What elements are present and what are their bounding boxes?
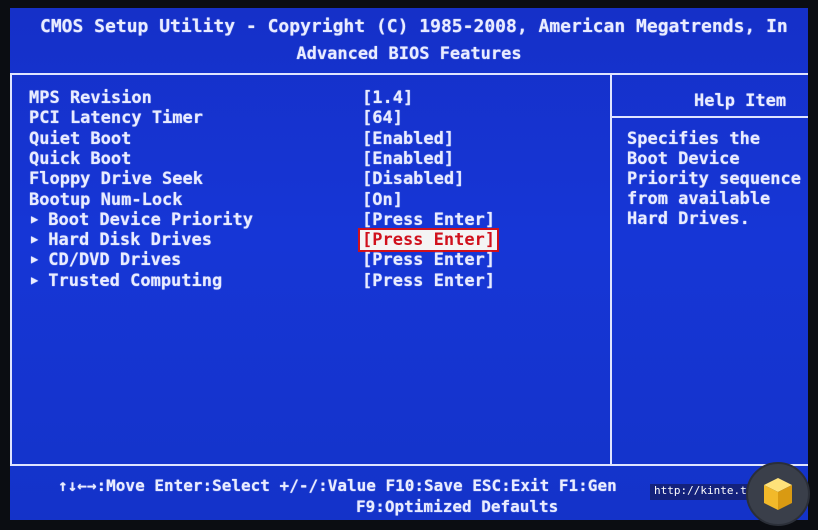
setting-label-text: PCI Latency Timer (29, 108, 203, 129)
setting-label-text: Quick Boot (29, 148, 132, 169)
watermark-badge (746, 462, 810, 526)
setting-value[interactable]: [Disabled] (362, 169, 464, 189)
help-line: from available (627, 189, 771, 209)
key-legend: ↑↓←→:Move Enter:Select +/-/:Value F10:Sa… (58, 476, 617, 495)
setting-row[interactable]: Quick Boot [Enabled] (10, 149, 608, 169)
setting-label: ▶ Trusted Computing (31, 271, 222, 291)
setting-row[interactable]: ▶ Hard Disk Drives [Press Enter] (10, 228, 608, 253)
help-line: Priority sequence (627, 169, 801, 189)
page-title: Advanced BIOS Features (296, 44, 522, 64)
setting-label: Quiet Boot (29, 129, 131, 149)
setting-label: ▶ Boot Device Priority (31, 210, 253, 230)
help-line: Boot Device (627, 149, 740, 169)
setting-value[interactable]: [64] (362, 108, 403, 128)
help-line: Specifies the (627, 129, 761, 149)
submenu-arrow-icon: ▶ (31, 211, 39, 226)
utility-title: CMOS Setup Utility - Copyright (C) 1985-… (40, 16, 788, 37)
setting-row[interactable]: ▶ CD/DVD Drives [Press Enter] (10, 250, 608, 270)
setting-label: Bootup Num-Lock (29, 190, 183, 210)
submenu-arrow-icon: ▶ (31, 272, 39, 287)
setting-label: Floppy Drive Seek (29, 169, 203, 189)
frame-bottom-border (10, 464, 808, 466)
setting-label-text: Bootup Num-Lock (29, 189, 183, 210)
setting-label-text: Boot Device Priority (48, 209, 253, 230)
setting-value[interactable]: [Press Enter] (362, 210, 495, 230)
help-title: Help Item (694, 91, 787, 111)
help-separator (612, 116, 808, 118)
watermark-url: http://kinte.ti (650, 484, 758, 500)
setting-label: Quick Boot (29, 149, 131, 169)
setting-label: MPS Revision (29, 88, 152, 108)
help-text: Specifies the Boot Device Priority seque… (627, 129, 801, 229)
setting-row[interactable]: Floppy Drive Seek [Disabled] (10, 169, 608, 189)
setting-label: ▶ CD/DVD Drives (31, 250, 181, 270)
setting-row[interactable]: MPS Revision [1.4] (10, 88, 608, 108)
setting-label: ▶ Hard Disk Drives (31, 230, 212, 250)
setting-value[interactable]: [On] (362, 190, 403, 210)
setting-row[interactable]: ▶ Trusted Computing [Press Enter] (10, 271, 608, 291)
setting-row[interactable]: Quiet Boot [Enabled] (10, 129, 608, 149)
box-icon (764, 478, 792, 510)
setting-label-text: MPS Revision (29, 88, 152, 108)
setting-value[interactable]: [1.4] (362, 88, 413, 108)
bios-screen: CMOS Setup Utility - Copyright (C) 1985-… (10, 8, 808, 520)
submenu-arrow-icon: ▶ (31, 232, 39, 247)
setting-row[interactable]: PCI Latency Timer [64] (10, 108, 608, 128)
setting-label: PCI Latency Timer (29, 108, 203, 128)
setting-value-selected[interactable]: [Press Enter] (357, 228, 500, 253)
key-legend-defaults: F9:Optimized Defaults (356, 497, 559, 516)
setting-value[interactable]: [Enabled] (362, 149, 454, 169)
setting-value[interactable]: [Press Enter] (362, 271, 495, 291)
setting-label-text: Trusted Computing (48, 270, 223, 291)
setting-value[interactable]: [Enabled] (362, 129, 454, 149)
setting-label-text: Quiet Boot (29, 128, 132, 149)
frame-top-border (10, 73, 808, 75)
help-panel-divider (610, 73, 612, 466)
setting-label-text: Floppy Drive Seek (29, 169, 203, 190)
submenu-arrow-icon: ▶ (31, 252, 39, 267)
setting-label-text: CD/DVD Drives (48, 250, 182, 271)
setting-value[interactable]: [Press Enter] (362, 250, 495, 270)
setting-label-text: Hard Disk Drives (48, 230, 212, 251)
help-line: Hard Drives. (627, 209, 750, 229)
setting-row[interactable]: Bootup Num-Lock [On] (10, 190, 608, 210)
setting-row[interactable]: ▶ Boot Device Priority [Press Enter] (10, 210, 608, 230)
